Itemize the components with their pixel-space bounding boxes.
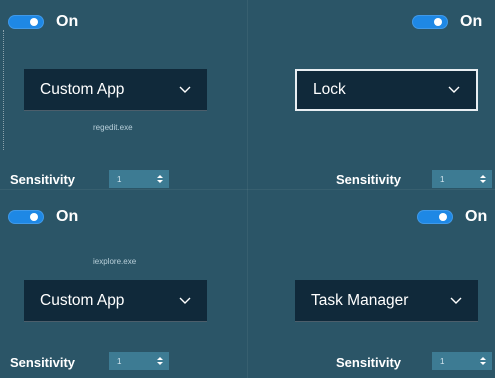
action-dropdown-panel-2[interactable]: Lock: [295, 69, 478, 111]
toggle-label: On: [465, 208, 488, 225]
toggle-panel-3[interactable]: On: [8, 208, 78, 226]
toggle-label: On: [56, 13, 79, 30]
sensitivity-spinner[interactable]: 1: [109, 352, 169, 370]
toggle-knob: [30, 213, 38, 221]
toggle-knob: [439, 213, 447, 221]
toggle-panel-2[interactable]: On: [412, 13, 482, 31]
sensitivity-spinner[interactable]: 1: [109, 170, 169, 188]
dropdown-value: Lock: [313, 81, 346, 98]
selection-marquee-edge: [3, 30, 4, 150]
spinner-value: 1: [117, 356, 122, 366]
sensitivity-label: Sensitivity: [336, 172, 402, 187]
divider-horizontal: [0, 189, 495, 190]
executable-name: regedit.exe: [93, 123, 133, 132]
toggle-switch[interactable]: [8, 15, 44, 29]
action-dropdown-panel-1[interactable]: Custom App: [24, 69, 207, 111]
sensitivity-label: Sensitivity: [10, 172, 76, 187]
dropdown-value: Custom App: [40, 291, 125, 309]
spinner-value: 1: [440, 174, 445, 184]
decrement-arrow-icon[interactable]: [157, 180, 163, 183]
sensitivity-spinner[interactable]: 1: [432, 170, 492, 188]
toggle-knob: [30, 18, 38, 26]
sensitivity-label: Sensitivity: [336, 355, 402, 370]
chevron-down-icon: [450, 297, 462, 304]
dropdown-value: Task Manager: [311, 291, 409, 309]
toggle-switch[interactable]: [412, 15, 448, 29]
action-dropdown-panel-3[interactable]: Custom App: [24, 280, 207, 322]
spinner-value: 1: [440, 356, 445, 366]
decrement-arrow-icon[interactable]: [480, 180, 486, 183]
executable-name: iexplore.exe: [93, 257, 137, 266]
dropdown-value: Custom App: [40, 80, 125, 98]
action-dropdown-panel-4[interactable]: Task Manager: [295, 280, 478, 322]
decrement-arrow-icon[interactable]: [480, 362, 486, 365]
chevron-down-icon: [179, 86, 191, 93]
toggle-switch[interactable]: [8, 210, 44, 224]
increment-arrow-icon[interactable]: [157, 175, 163, 178]
toggle-panel-4[interactable]: On: [417, 208, 487, 226]
sensitivity-spinner[interactable]: 1: [432, 352, 492, 370]
toggle-knob: [434, 18, 442, 26]
sensitivity-label: Sensitivity: [10, 355, 76, 370]
toggle-label: On: [460, 13, 483, 30]
increment-arrow-icon[interactable]: [157, 357, 163, 360]
toggle-switch[interactable]: [417, 210, 453, 224]
spinner-value: 1: [117, 174, 122, 184]
increment-arrow-icon[interactable]: [480, 357, 486, 360]
chevron-down-icon: [179, 297, 191, 304]
toggle-panel-1[interactable]: On: [8, 13, 78, 31]
decrement-arrow-icon[interactable]: [157, 362, 163, 365]
increment-arrow-icon[interactable]: [480, 175, 486, 178]
toggle-label: On: [56, 208, 79, 225]
chevron-down-icon: [448, 86, 460, 93]
